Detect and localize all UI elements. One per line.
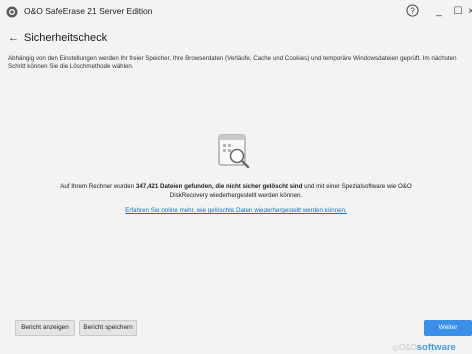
next-button[interactable]: Weiter xyxy=(424,320,472,336)
page-description: Abhängig von den Einstellungen werden Ih… xyxy=(8,55,457,70)
page-header: ← Sicherheitscheck xyxy=(8,30,107,46)
app-logo-icon xyxy=(6,6,18,18)
window-title: O&O SafeErase 21 Server Edition xyxy=(24,6,153,16)
learn-more-link[interactable]: Erfahren Sie online mehr, wie gelöschte … xyxy=(60,207,412,214)
svg-text:?: ? xyxy=(410,6,415,15)
result-message: Auf Ihrem Rechner wurden 347,421 Dateien… xyxy=(60,183,412,200)
result-text-before: Auf Ihrem Rechner wurden xyxy=(60,183,136,190)
maximize-button[interactable]: ☐ xyxy=(450,4,466,20)
save-report-button[interactable]: Bericht speichern xyxy=(79,320,137,336)
search-files-icon xyxy=(218,134,250,169)
brand-mark: ◎O&O xyxy=(392,343,417,352)
brand-name: software xyxy=(416,342,456,353)
page-title: Sicherheitscheck xyxy=(24,32,108,44)
title-bar: O&O SafeErase 21 Server Edition ? _ ☐ × xyxy=(0,0,472,24)
result-count-text: 347,421 Dateien gefunden, die nicht sich… xyxy=(135,183,303,190)
help-button[interactable]: ? xyxy=(404,4,420,20)
minimize-button[interactable]: _ xyxy=(431,4,447,20)
show-report-button[interactable]: Bericht anzeigen xyxy=(15,320,75,336)
close-button[interactable]: × xyxy=(468,4,472,20)
brand-logo: ◎O&Osoftware xyxy=(392,341,456,354)
back-arrow-icon[interactable]: ← xyxy=(8,32,19,44)
help-icon: ? xyxy=(405,4,419,17)
